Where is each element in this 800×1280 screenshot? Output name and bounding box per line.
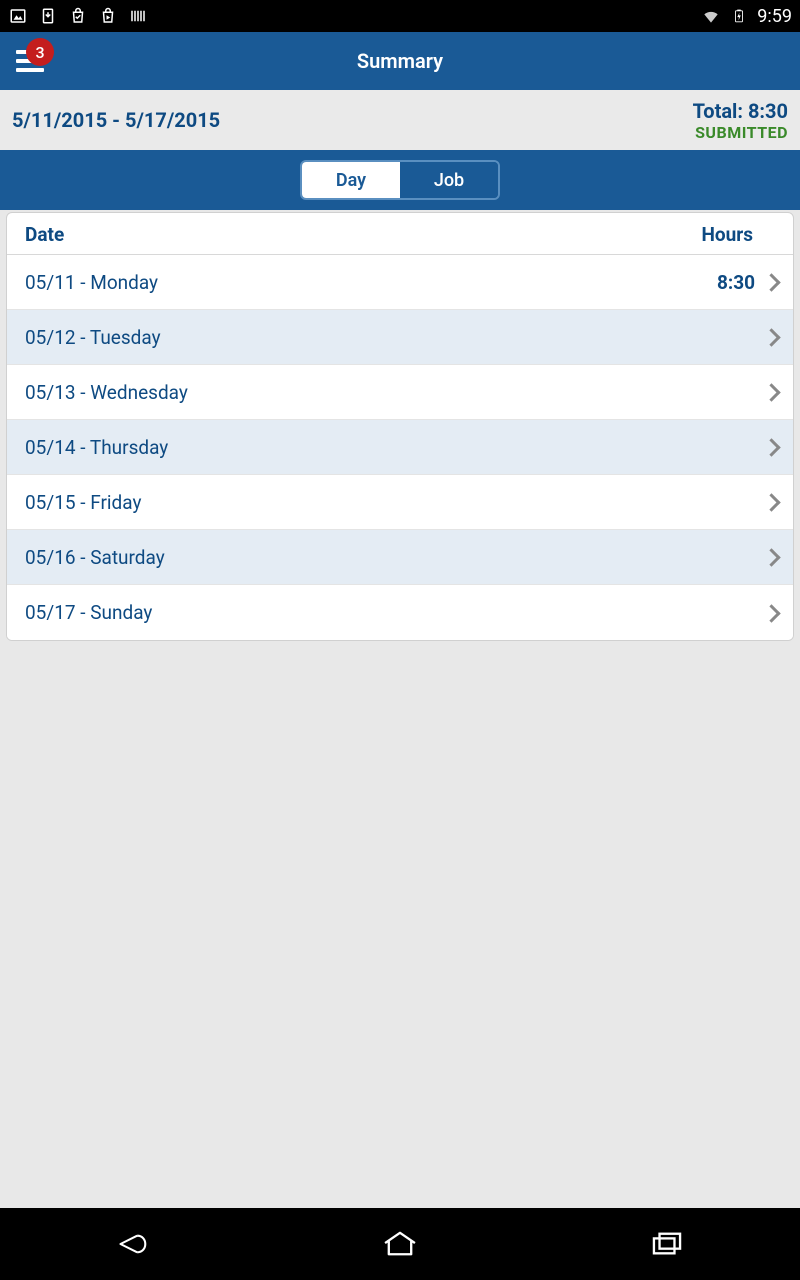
row-date: 05/16 - Saturday xyxy=(25,546,165,569)
android-status-bar: 9:59 xyxy=(0,0,800,32)
image-icon xyxy=(8,6,28,26)
chevron-right-icon xyxy=(763,327,783,347)
chevron-right-icon xyxy=(763,272,783,292)
status-time: 9:59 xyxy=(757,6,792,27)
list-header: Date Hours xyxy=(7,213,793,255)
view-switcher-bar: Day Job xyxy=(0,150,800,210)
row-hours: 8:30 xyxy=(717,271,759,294)
chevron-right-icon xyxy=(763,547,783,567)
notification-badge: 3 xyxy=(26,38,54,66)
back-button[interactable] xyxy=(103,1224,163,1264)
battery-charging-icon xyxy=(729,6,749,26)
tab-job[interactable]: Job xyxy=(400,162,498,198)
list-row[interactable]: 05/14 - Thursday xyxy=(7,420,793,475)
list-row[interactable]: 05/11 - Monday 8:30 xyxy=(7,255,793,310)
tab-day[interactable]: Day xyxy=(302,162,400,198)
list-row[interactable]: 05/16 - Saturday xyxy=(7,530,793,585)
list-row[interactable]: 05/13 - Wednesday xyxy=(7,365,793,420)
chevron-right-icon xyxy=(763,492,783,512)
page-title: Summary xyxy=(357,49,443,73)
shopping-bag-check-icon xyxy=(68,6,88,26)
chevron-right-icon xyxy=(763,603,783,623)
submission-status: SUBMITTED xyxy=(693,123,788,142)
date-range-label: 5/11/2015 - 5/17/2015 xyxy=(12,108,220,132)
download-icon xyxy=(38,6,58,26)
row-date: 05/12 - Tuesday xyxy=(25,326,161,349)
timesheet-list: Date Hours 05/11 - Monday 8:30 05/12 - T… xyxy=(6,212,794,641)
row-date: 05/14 - Thursday xyxy=(25,436,168,459)
total-hours-label: Total: 8:30 xyxy=(693,99,788,123)
row-date: 05/15 - Friday xyxy=(25,491,141,514)
row-date: 05/11 - Monday xyxy=(25,271,158,294)
menu-button[interactable]: 3 xyxy=(0,32,60,90)
summary-subheader: 5/11/2015 - 5/17/2015 Total: 8:30 SUBMIT… xyxy=(0,90,800,150)
chevron-right-icon xyxy=(763,437,783,457)
row-date: 05/13 - Wednesday xyxy=(25,381,188,404)
recent-apps-button[interactable] xyxy=(637,1224,697,1264)
list-row[interactable]: 05/12 - Tuesday xyxy=(7,310,793,365)
barcode-icon xyxy=(128,6,148,26)
wifi-icon xyxy=(701,6,721,26)
play-store-icon xyxy=(98,6,118,26)
row-date: 05/17 - Sunday xyxy=(25,601,152,624)
list-row[interactable]: 05/17 - Sunday xyxy=(7,585,793,640)
android-nav-bar xyxy=(0,1208,800,1280)
chevron-right-icon xyxy=(763,382,783,402)
list-row[interactable]: 05/15 - Friday xyxy=(7,475,793,530)
segmented-control: Day Job xyxy=(300,160,500,200)
column-hours: Hours xyxy=(702,223,776,246)
home-button[interactable] xyxy=(370,1224,430,1264)
column-date: Date xyxy=(25,223,64,246)
app-bar: 3 Summary xyxy=(0,32,800,90)
